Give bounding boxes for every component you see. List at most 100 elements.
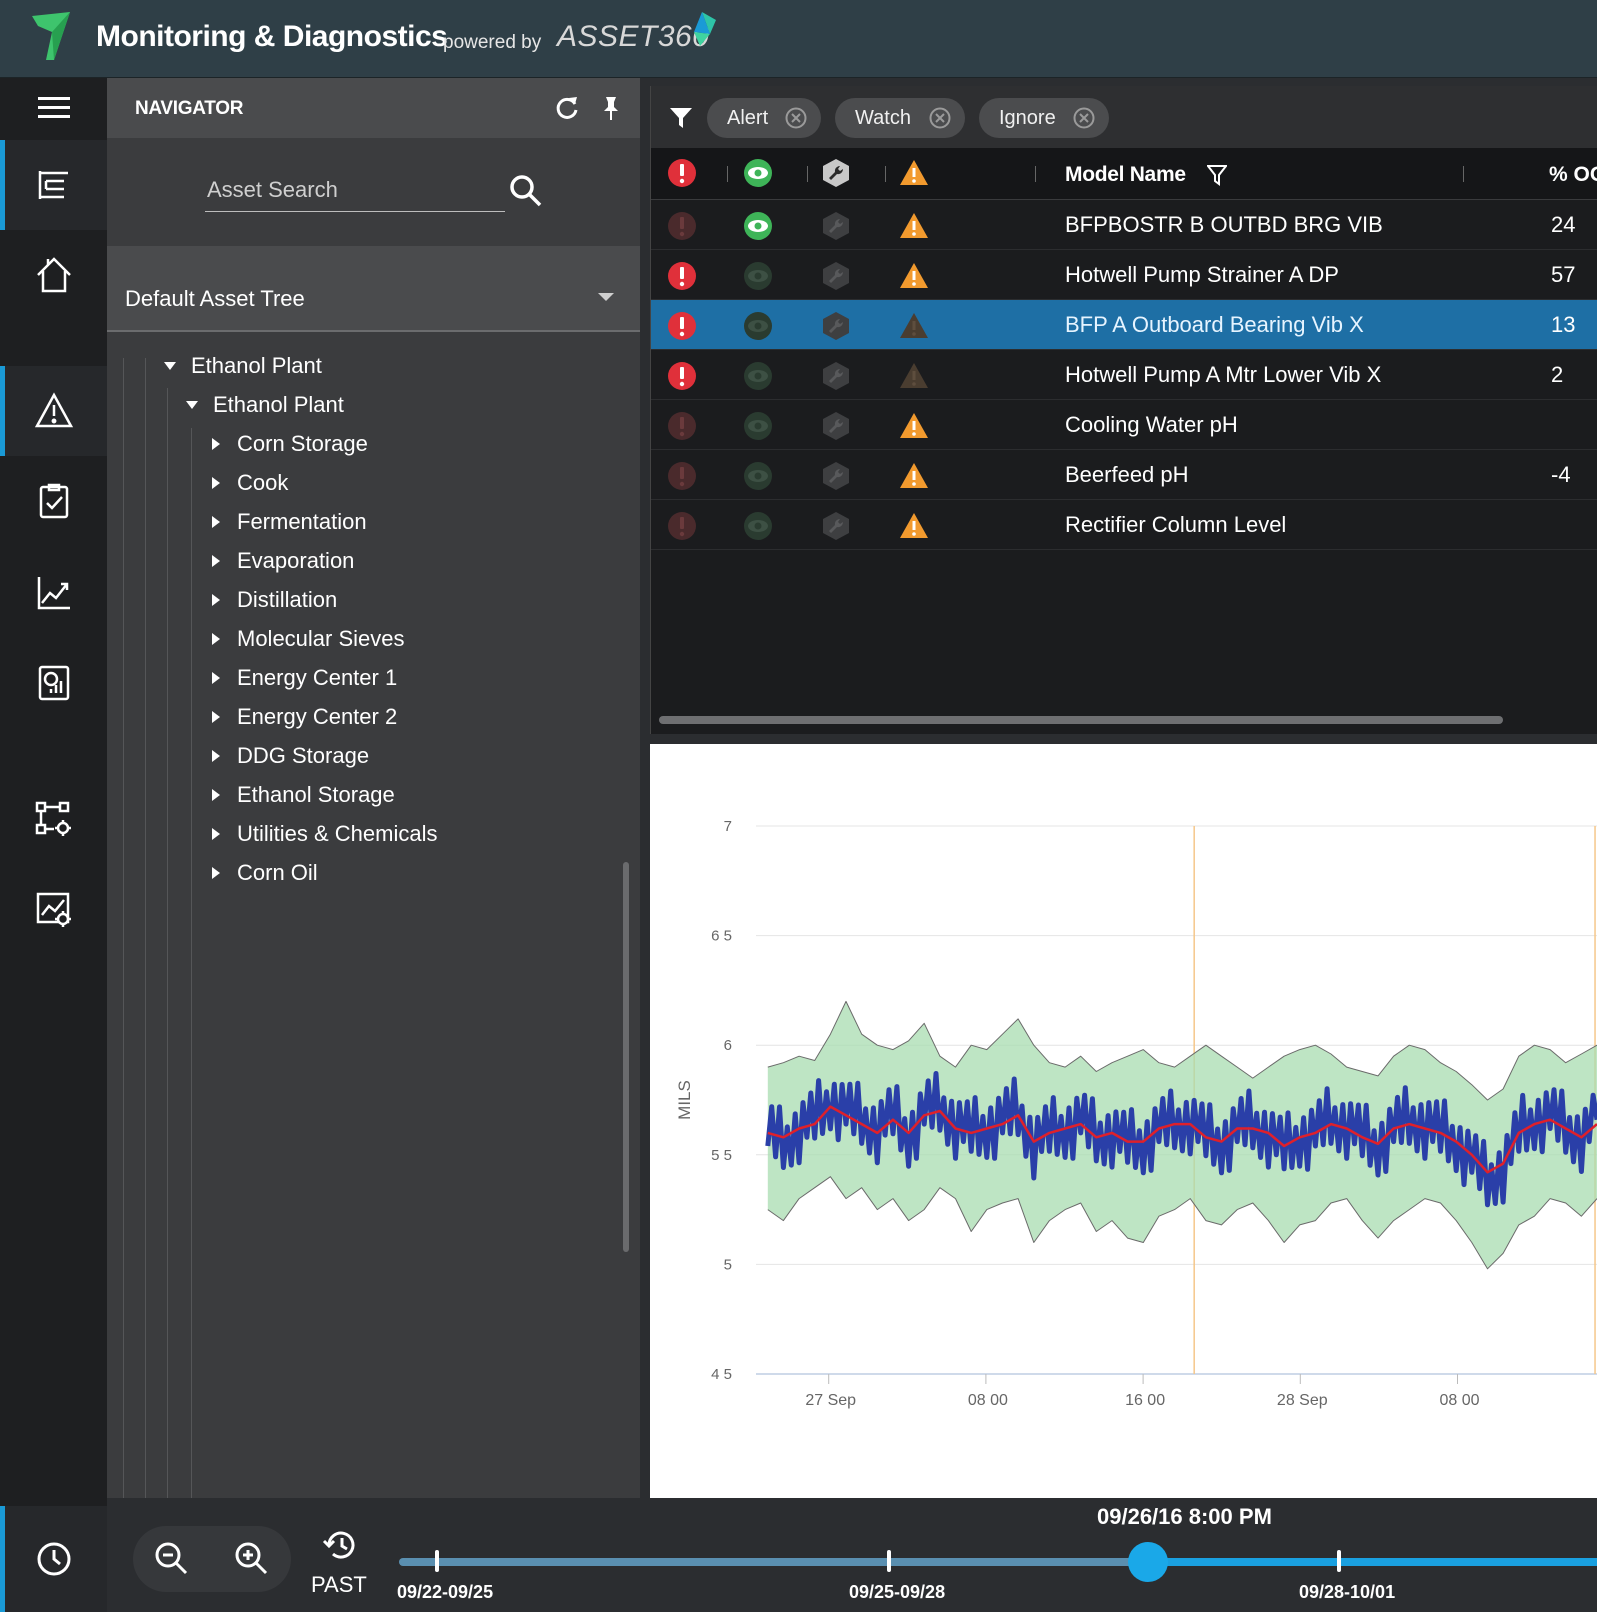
rail-model-config-button[interactable] — [0, 774, 107, 864]
maintenance-status-icon[interactable] — [821, 261, 851, 291]
warning-status-icon[interactable] — [899, 361, 929, 391]
table-row[interactable]: Beerfeed pH -4 — [651, 450, 1597, 500]
watch-status-icon[interactable] — [743, 411, 773, 441]
alert-status-icon[interactable] — [667, 461, 697, 491]
tree-node-label: Fermentation — [237, 509, 367, 534]
rail-asset-tree-button[interactable] — [0, 140, 107, 230]
tree-node-item[interactable]: Evaporation — [209, 543, 354, 579]
maintenance-status-icon[interactable] — [821, 361, 851, 391]
watch-status-icon[interactable] — [743, 261, 773, 291]
rail-checklist-button[interactable] — [0, 456, 107, 546]
alert-status-icon[interactable] — [667, 411, 697, 441]
tree-node-ethanol-plant-child[interactable]: Ethanol Plant — [185, 387, 344, 423]
column-header-percent[interactable]: % OO — [1549, 163, 1597, 187]
tree-node-label: DDG Storage — [237, 743, 370, 768]
maintenance-status-icon[interactable] — [821, 411, 851, 441]
tree-node-item[interactable]: Distillation — [209, 582, 337, 618]
filter-icon[interactable] — [669, 106, 693, 130]
close-icon[interactable] — [1073, 107, 1095, 129]
warning-status-icon[interactable] — [899, 311, 929, 341]
table-row[interactable]: Hotwell Pump Strainer A DP 57 — [651, 250, 1597, 300]
rail-history-button[interactable] — [0, 1506, 107, 1612]
alert-status-icon[interactable] — [667, 311, 697, 341]
close-icon[interactable] — [785, 107, 807, 129]
table-row[interactable]: Rectifier Column Level — [651, 500, 1597, 550]
close-icon[interactable] — [929, 107, 951, 129]
rail-home-button[interactable] — [0, 230, 107, 320]
trend-chart-panel: 76 565 554 527 Sep08 0016 0028 Sep08 001… — [650, 744, 1597, 1498]
asset-search-input[interactable] — [205, 172, 495, 208]
timeline-slider-thumb[interactable] — [1127, 1542, 1168, 1582]
menu-button[interactable] — [0, 78, 107, 138]
column-header-model-name[interactable]: Model Name — [1065, 163, 1186, 187]
maintenance-status-icon[interactable] — [821, 311, 851, 341]
tree-node-item[interactable]: Fermentation — [209, 504, 367, 540]
warning-column-icon[interactable] — [899, 158, 929, 188]
watch-column-icon[interactable] — [743, 158, 773, 188]
navigator-scrollbar[interactable] — [623, 862, 629, 1252]
pin-icon[interactable] — [597, 94, 625, 122]
tree-node-item[interactable]: Ethanol Storage — [209, 777, 395, 813]
refresh-icon[interactable] — [553, 94, 581, 122]
y-tick-label: 5 — [724, 1256, 732, 1273]
horizontal-scrollbar[interactable] — [659, 716, 1503, 724]
warning-status-icon[interactable] — [899, 411, 929, 441]
maintenance-status-icon[interactable] — [821, 511, 851, 541]
filter-chip-watch[interactable]: Watch — [835, 98, 965, 138]
maintenance-column-icon[interactable] — [821, 158, 851, 188]
rail-diagnostic-report-button[interactable] — [0, 638, 107, 728]
rail-alerts-button[interactable] — [0, 366, 107, 456]
alert-status-icon[interactable] — [667, 211, 697, 241]
chart-config-icon — [36, 892, 71, 927]
warning-status-icon[interactable] — [899, 461, 929, 491]
maintenance-status-icon[interactable] — [821, 461, 851, 491]
zoom-in-icon[interactable] — [233, 1540, 269, 1576]
watch-status-icon[interactable] — [743, 311, 773, 341]
rail-chart-config-button[interactable] — [0, 864, 107, 954]
timeline-range-label[interactable]: 09/25-09/28 — [849, 1582, 945, 1603]
filter-icon[interactable] — [1207, 164, 1227, 186]
past-label[interactable]: PAST — [311, 1572, 367, 1598]
tree-node-item[interactable]: Energy Center 2 — [209, 699, 397, 735]
filter-chip-ignore[interactable]: Ignore — [979, 98, 1109, 138]
timeline-range-label[interactable]: 09/22-09/25 — [397, 1582, 493, 1603]
warning-status-icon[interactable] — [899, 211, 929, 241]
search-icon[interactable] — [507, 172, 545, 210]
tree-node-ethanol-plant[interactable]: Ethanol Plant — [163, 348, 322, 384]
watch-status-icon[interactable] — [743, 361, 773, 391]
zoom-out-icon[interactable] — [153, 1540, 189, 1576]
history-icon[interactable] — [321, 1528, 359, 1562]
alert-status-icon[interactable] — [667, 511, 697, 541]
table-row[interactable]: BFP A Outboard Bearing Vib X 13 — [651, 300, 1597, 350]
top-bar: Monitoring & Diagnostics powered by ASSE… — [0, 0, 1597, 78]
tree-node-item[interactable]: Molecular Sieves — [209, 621, 405, 657]
tree-node-item[interactable]: DDG Storage — [209, 738, 369, 774]
tree-node-item[interactable]: Utilities & Chemicals — [209, 816, 438, 852]
asset-tree-selector[interactable]: Default Asset Tree — [107, 246, 640, 332]
table-row[interactable]: Hotwell Pump A Mtr Lower Vib X 2 — [651, 350, 1597, 400]
tree-node-item[interactable]: Energy Center 1 — [209, 660, 397, 696]
alert-status-icon[interactable] — [667, 261, 697, 291]
filter-chip-alert[interactable]: Alert — [707, 98, 821, 138]
table-row[interactable]: Cooling Water pH — [651, 400, 1597, 450]
tree-node-item[interactable]: Corn Oil — [209, 855, 318, 891]
tree-node-item[interactable]: Corn Storage — [209, 426, 368, 462]
warning-status-icon[interactable] — [899, 261, 929, 291]
maintenance-status-icon[interactable] — [821, 211, 851, 241]
alert-status-icon[interactable] — [667, 361, 697, 391]
warning-status-icon[interactable] — [899, 511, 929, 541]
alert-column-icon[interactable] — [667, 158, 697, 188]
watch-status-icon[interactable] — [743, 211, 773, 241]
tree-guide-line — [145, 358, 146, 1498]
percent-cell: 24 — [1551, 212, 1576, 237]
timeline-range-label[interactable]: 09/28-10/01 — [1299, 1582, 1395, 1603]
caret-right-icon — [212, 711, 220, 723]
tree-node-label: Ethanol Plant — [191, 353, 322, 378]
watch-status-icon[interactable] — [743, 461, 773, 491]
y-axis-label: MILS — [675, 1080, 694, 1120]
rail-trend-button[interactable] — [0, 548, 107, 638]
tree-node-item[interactable]: Cook — [209, 465, 288, 501]
table-row[interactable]: BFPBOSTR B OUTBD BRG VIB 24 — [651, 200, 1597, 250]
watch-status-icon[interactable] — [743, 511, 773, 541]
y-tick-label: 7 — [724, 818, 732, 835]
